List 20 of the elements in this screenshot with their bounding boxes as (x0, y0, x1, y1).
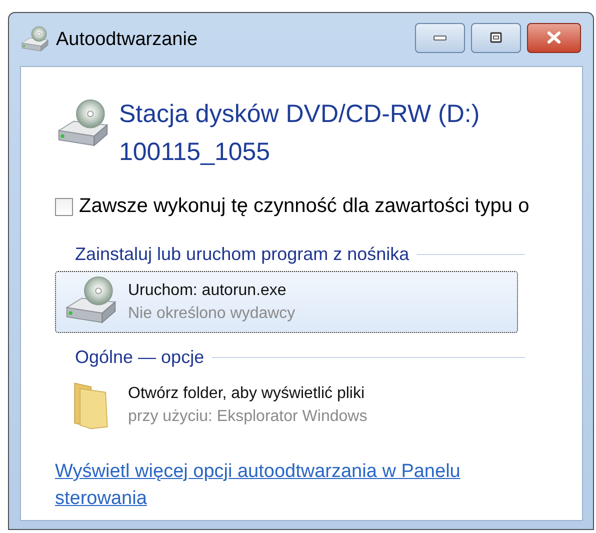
option-title: Uruchom: autorun.exe (128, 281, 288, 301)
minimize-icon (433, 34, 447, 40)
maximize-button[interactable] (471, 22, 521, 52)
option-detail: Nie określono wydawcy (128, 304, 296, 324)
drive-icon (20, 26, 50, 54)
option-item[interactable]: Uruchom: autorun.exe Nie określono wydawcy (55, 271, 518, 333)
maximize-icon (490, 32, 502, 43)
option-title: Otwórz folder, aby wyświetlić pliki (128, 384, 366, 404)
option-detail: przy użyciu: Eksplorator Windows (128, 407, 368, 427)
window-title: Autoodtwarzanie (56, 28, 199, 50)
checkbox-label: Zawsze wykonuj tę czynność dla zawartości typu o (79, 195, 530, 218)
close-icon (547, 31, 561, 44)
close-button[interactable] (527, 22, 581, 52)
option-item[interactable]: Otwórz folder, aby wyświetlić pliki przy użyciu: Eksplorator Windows (55, 374, 518, 436)
checkbox[interactable] (55, 198, 73, 216)
section-heading: Ogólne — opcje (75, 347, 204, 368)
control-panel-link[interactable]: Wyświetl więcej opcji autoodtwarzania w Panelu sterowania (55, 458, 515, 512)
drive-title: Stacja dysków DVD/CD-RW (D:) 100115_1055 (119, 99, 480, 168)
minimize-button[interactable] (415, 22, 465, 52)
section-heading: Zainstaluj lub uruchom program z nośnika (75, 244, 410, 265)
